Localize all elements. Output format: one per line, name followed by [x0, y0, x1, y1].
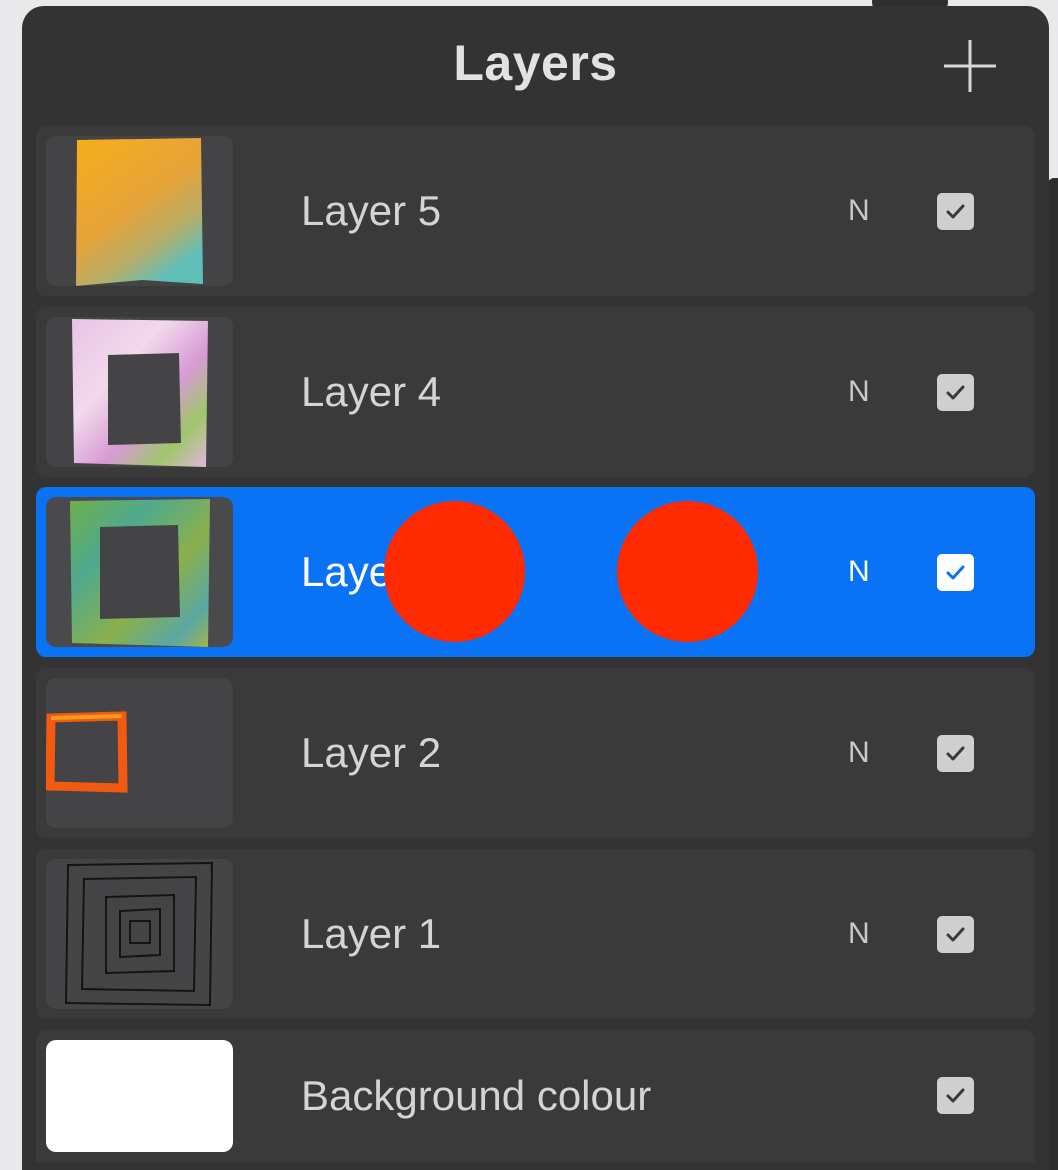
checkmark-icon	[946, 746, 965, 761]
layer-thumbnail[interactable]	[46, 678, 233, 828]
blend-mode-button[interactable]: N	[848, 668, 870, 838]
visibility-checkbox[interactable]	[937, 735, 974, 772]
background-colour-swatch[interactable]	[46, 1040, 233, 1152]
layer-name[interactable]: Background colour	[301, 1030, 651, 1162]
layer-row-layer-3[interactable]: Layer 3 N	[36, 487, 1035, 657]
layer-name[interactable]: Layer 1	[301, 849, 441, 1019]
panel-title: Layers	[453, 35, 618, 91]
blend-mode-button[interactable]: N	[848, 307, 870, 477]
visibility-checkbox[interactable]	[937, 374, 974, 411]
layer-row-layer-5[interactable]: Layer 5 N	[36, 126, 1035, 296]
touch-indicator	[384, 501, 525, 642]
panel-header: Layers	[22, 6, 1049, 122]
add-layer-button[interactable]	[940, 36, 1000, 96]
layer-thumbnail[interactable]	[46, 497, 233, 647]
checkmark-icon	[946, 927, 965, 942]
visibility-checkbox[interactable]	[937, 916, 974, 953]
layer-name[interactable]: Layer 4	[301, 307, 441, 477]
layer-row-background-colour[interactable]: Background colour	[36, 1030, 1035, 1162]
layer-thumbnail[interactable]	[46, 317, 233, 467]
layer-name[interactable]: Layer 2	[301, 668, 441, 838]
blend-mode-button[interactable]: N	[848, 849, 870, 1019]
blend-mode-button[interactable]: N	[848, 126, 870, 296]
visibility-checkbox[interactable]	[937, 554, 974, 591]
layer-thumbnail[interactable]	[46, 136, 233, 286]
plus-icon	[944, 40, 996, 92]
touch-indicator	[617, 501, 758, 642]
layer-row-layer-1[interactable]: Layer 1 N	[36, 849, 1035, 1019]
layer-name[interactable]: Layer 5	[301, 126, 441, 296]
checkmark-icon	[946, 385, 965, 400]
layer-row-layer-4[interactable]: Layer 4 N	[36, 307, 1035, 477]
checkmark-icon	[946, 1088, 965, 1103]
layer-row-layer-2[interactable]: Layer 2 N	[36, 668, 1035, 838]
checkmark-icon	[946, 204, 965, 219]
canvas-edge	[1048, 178, 1058, 1170]
checkmark-icon	[946, 565, 965, 580]
layers-panel: Layers Layer 5 N Layer 4 N Layer 3 N Lay…	[22, 6, 1049, 1170]
visibility-checkbox[interactable]	[937, 193, 974, 230]
blend-mode-button[interactable]: N	[848, 487, 870, 657]
visibility-checkbox[interactable]	[937, 1077, 974, 1114]
layer-thumbnail[interactable]	[46, 859, 233, 1009]
